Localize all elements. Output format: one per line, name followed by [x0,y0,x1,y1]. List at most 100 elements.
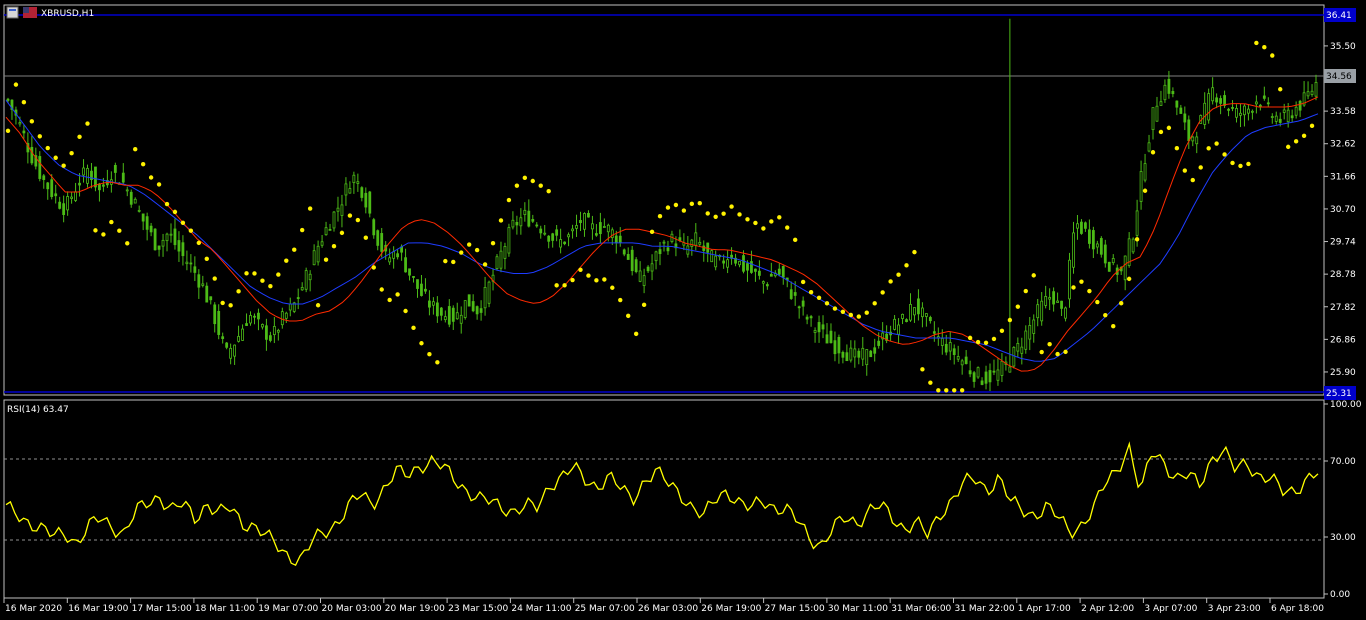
candle-body [829,330,833,344]
time-tick-label: 1 Apr 17:00 [1018,604,1071,614]
candle-body [1191,136,1195,142]
sar-dot [1214,141,1219,146]
candle-body [591,223,594,230]
candle-body [587,212,590,218]
candle-body [622,249,626,255]
sar-dot [999,328,1005,333]
candle-body [18,122,22,125]
candle-body [1072,232,1075,268]
candle-body [1028,325,1032,340]
sar-dot [840,309,846,314]
sar-dot [459,250,464,255]
sar-dot [721,211,726,216]
candle-body [420,283,423,296]
sar-dot [1254,40,1259,46]
sar-dot [180,220,186,226]
candle-body [1231,107,1234,109]
sar-dot [482,262,488,267]
candle-body [74,191,77,201]
price-tick-label: 25.90 [1330,368,1356,378]
sar-dot [1134,237,1140,242]
candle-body [714,255,718,268]
candle-body [527,210,531,227]
candle-body [948,342,952,352]
candle-body [1103,244,1107,264]
candle-body [316,245,320,263]
candle-body [336,207,340,212]
sar-dot [196,240,202,246]
candle-body [253,315,256,318]
candle-body [897,324,900,335]
candle-body [984,371,988,384]
time-tick-label: 30 Mar 11:00 [828,604,888,614]
top-level-price-label: 36.41 [1326,11,1352,21]
sar-dot [331,243,337,249]
candle-body [634,259,638,272]
sar-dot [45,145,50,151]
candle-body [1207,93,1211,121]
rsi-tick-label: 70.00 [1330,457,1356,467]
sar-dot [204,256,209,261]
candle-body [113,164,117,173]
candle-body [435,302,439,317]
sar-dot [284,258,289,263]
candle-body [793,292,797,296]
candle-body [129,191,133,205]
time-tick-label: 3 Apr 07:00 [1144,604,1197,614]
sar-dot [570,277,575,283]
sar-dot [848,312,854,318]
sar-dot [689,201,695,207]
sar-dot [411,325,416,331]
time-tick-label: 16 Mar 2020 [5,604,62,614]
sar-dot [912,249,917,255]
sar-dot [355,217,361,223]
candle-body [1298,100,1302,111]
sar-dot [546,188,551,194]
candle-body [1000,360,1004,376]
candle-body [157,245,161,250]
sar-dot [164,201,170,207]
sar-dot [506,197,512,203]
candle-body [781,265,785,278]
sar-dot [148,175,154,180]
sar-dot [713,214,718,219]
candle-body [1139,171,1143,202]
candle-body [1159,101,1163,106]
candle-body [650,263,654,272]
candle-body [980,380,984,385]
candle-body [1290,115,1294,119]
candle-body [1183,113,1187,123]
sar-dot [21,99,27,105]
candle-body [571,228,574,232]
candle-body [471,301,475,312]
sar-dot [1150,150,1156,155]
candle-body [921,307,924,318]
candle-body [853,348,857,358]
candle-body [181,242,185,257]
candle-body [1167,78,1171,94]
candle-body [535,224,539,227]
sar-dot [1015,304,1021,309]
candle-body [928,317,932,322]
candle-body [1052,291,1056,305]
sar-dot [252,271,257,276]
candle-body [38,156,42,179]
candle-body [392,251,396,259]
candle-body [364,192,368,208]
candle-body [340,204,344,216]
candle-body [833,340,837,355]
candle-body [102,184,105,187]
candle-body [606,224,610,233]
candle-body [428,300,431,308]
candle-body [873,347,877,354]
chart-canvas[interactable]: XBRUSD,H1 36.41 34.56 25.31 35.50 33.58 32… [0,0,1366,620]
candle-body [726,259,729,268]
candle-body [706,242,710,253]
price-tick-label: 27.82 [1330,303,1356,313]
candle-body [78,182,81,186]
candle-body [1032,319,1036,334]
time-tick-label: 24 Mar 11:00 [511,604,571,614]
candle-body [177,240,181,252]
sar-dot [61,163,66,168]
time-tick-label: 26 Mar 19:00 [701,604,761,614]
